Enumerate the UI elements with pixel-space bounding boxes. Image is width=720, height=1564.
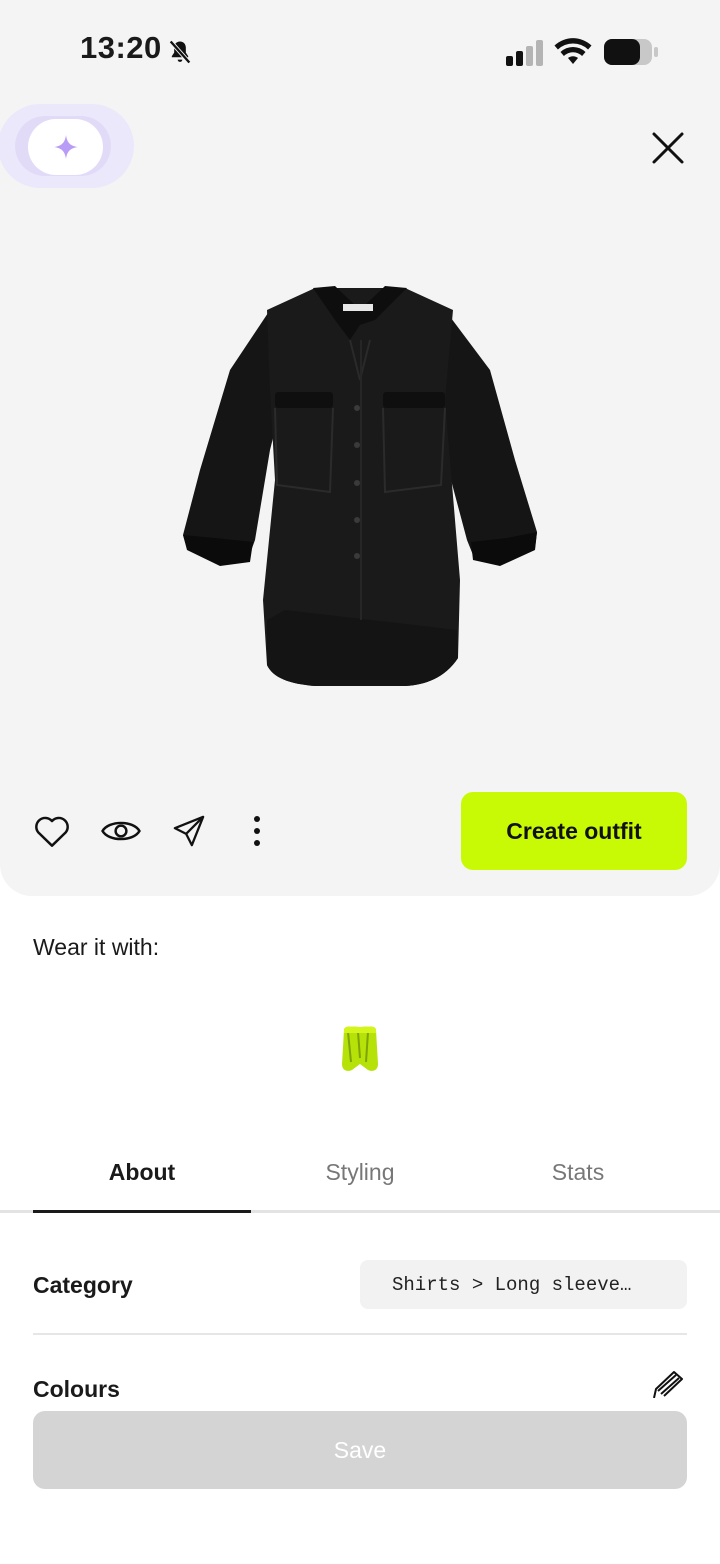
eye-icon [101, 821, 141, 841]
sparkle-icon [53, 135, 78, 159]
tab-stats[interactable]: Stats [469, 1159, 687, 1186]
detail-tabs: About Styling Stats [0, 1145, 720, 1215]
ai-assist-button[interactable] [28, 119, 103, 175]
wear-it-with-label: Wear it with: [33, 934, 160, 960]
share-button[interactable] [168, 810, 210, 852]
view-button[interactable] [100, 810, 142, 852]
edit-pencil-icon[interactable] [650, 1370, 684, 1398]
wifi-icon [554, 38, 592, 64]
favorite-button[interactable] [31, 810, 73, 852]
active-tab-indicator [33, 1210, 251, 1213]
battery-icon [604, 39, 658, 65]
colours-label: Colours [33, 1376, 120, 1398]
category-label: Category [33, 1272, 133, 1298]
status-time: 13:20 [80, 30, 162, 65]
tab-about[interactable]: About [33, 1159, 251, 1186]
garment-image [183, 286, 537, 686]
heart-icon [35, 816, 69, 847]
send-icon [173, 815, 205, 847]
category-selector[interactable]: Shirts > Long sleeve… [360, 1260, 687, 1309]
more-vertical-icon [254, 816, 260, 846]
cellular-signal-icon [506, 40, 543, 66]
tab-styling[interactable]: Styling [251, 1159, 469, 1186]
row-divider [33, 1333, 687, 1335]
more-options-button[interactable] [236, 810, 278, 852]
bell-off-icon [169, 40, 191, 64]
colours-row: Colours [0, 1368, 720, 1398]
create-outfit-button[interactable]: Create outfit [461, 792, 687, 870]
close-icon[interactable] [647, 127, 689, 169]
suggested-item-thumbnail[interactable] [338, 1024, 382, 1074]
save-button[interactable]: Save [33, 1411, 687, 1489]
